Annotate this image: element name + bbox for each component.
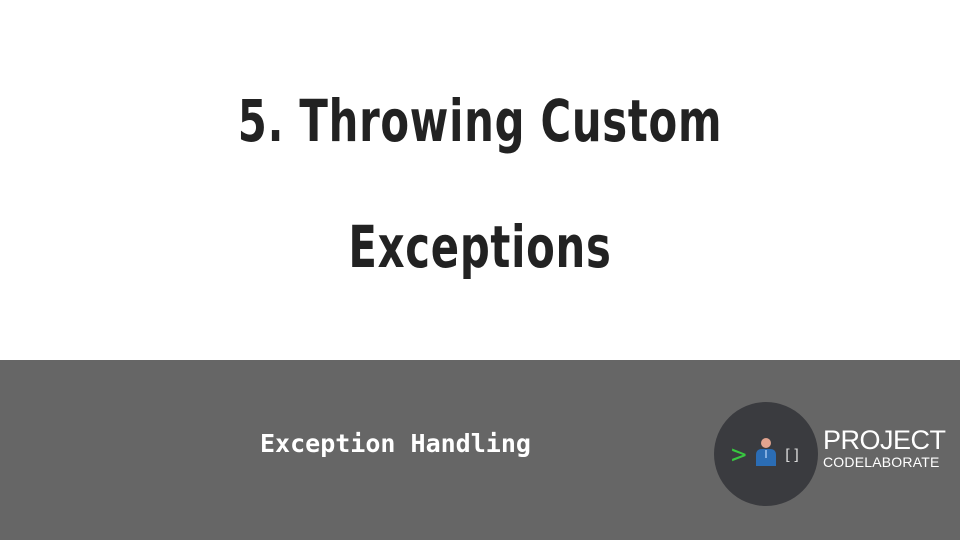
project-codelaborate-logo: > [] PROJECT CODELABORATE [714, 402, 954, 506]
slide-subtitle: Exception Handling [260, 429, 531, 458]
logo-circle: > [] [714, 402, 818, 506]
footer-band: Exception Handling > [] PROJECT CODELABO… [0, 360, 960, 540]
logo-text: PROJECT CODELABORATE [823, 425, 946, 471]
logo-line-codelaborate: CODELABORATE [823, 454, 940, 470]
slide: 5. Throwing Custom Exceptions Exception … [0, 0, 960, 540]
title-area: 5. Throwing Custom Exceptions [0, 0, 960, 360]
person-head-icon [761, 438, 771, 448]
prompt-icon: > [731, 440, 747, 470]
brackets-icon: [] [783, 446, 801, 464]
slide-title: 5. Throwing Custom Exceptions [237, 87, 723, 281]
logo-icon: > [] [731, 438, 801, 470]
logo-line-project: PROJECT [823, 425, 946, 455]
